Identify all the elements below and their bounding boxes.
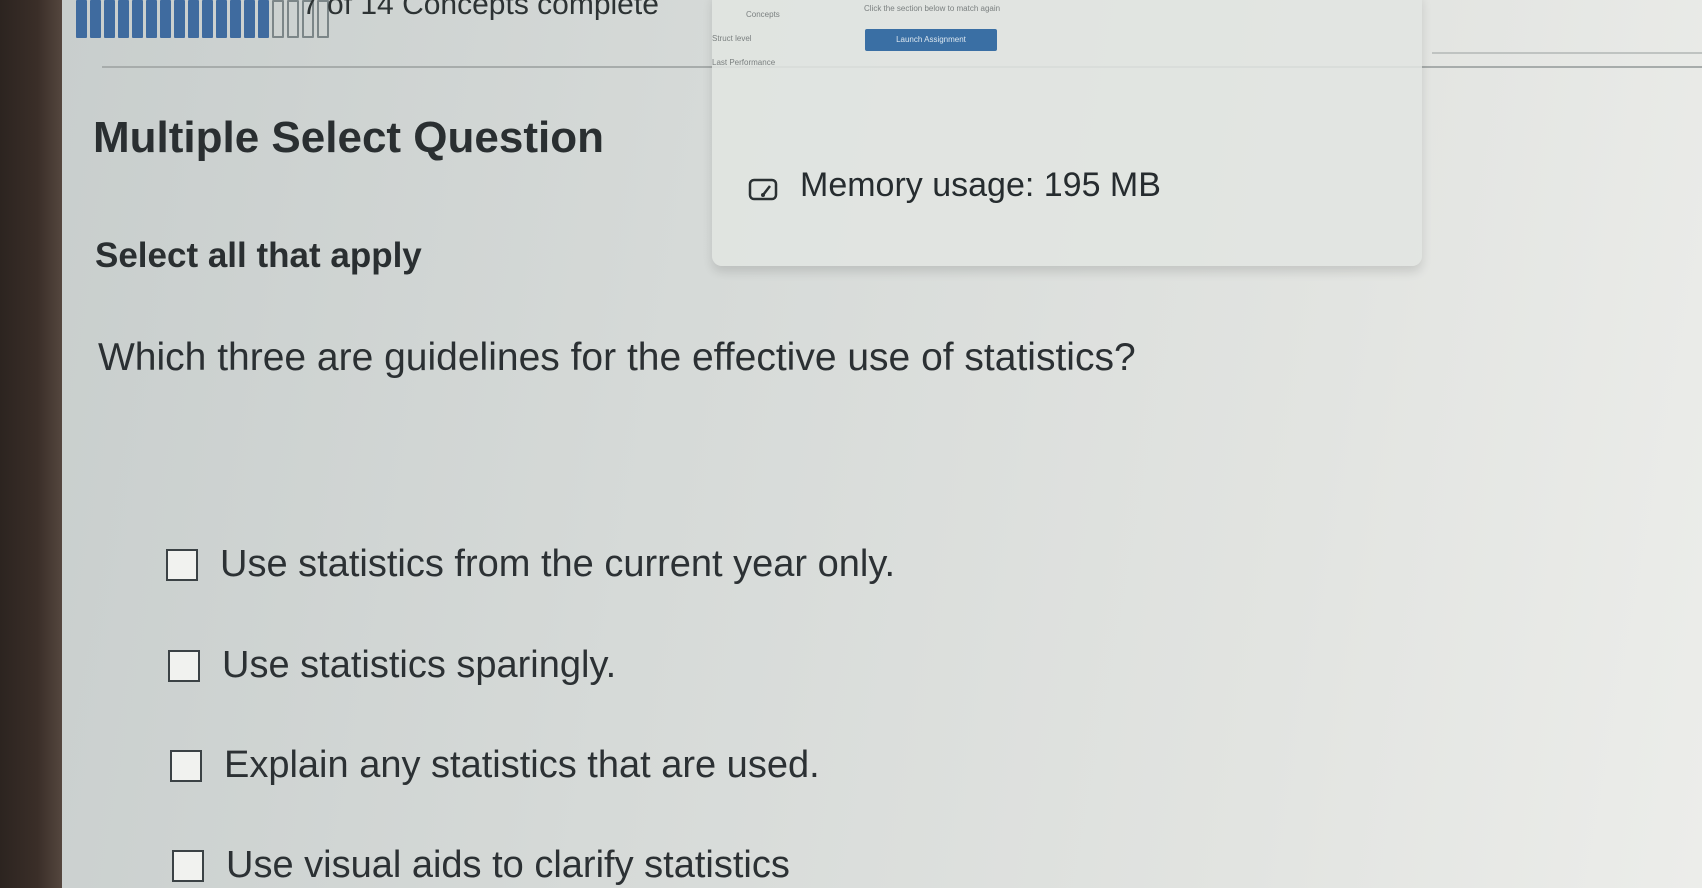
progress-text: 7 of 14 Concepts complete: [302, 0, 659, 21]
progress-segment: [188, 0, 199, 38]
gauge-icon: [748, 173, 780, 200]
answer-option-4[interactable]: Use visual aids to clarify statistics: [172, 844, 790, 887]
progress-segment-empty: [287, 0, 299, 38]
progress-segment: [244, 0, 255, 38]
answer-option-3[interactable]: Explain any statistics that are used.: [170, 744, 820, 787]
progress-segment: [146, 0, 157, 38]
answer-option-label: Use visual aids to clarify statistics: [226, 844, 790, 886]
progress-segment: [76, 0, 87, 38]
launch-assignment-button[interactable]: Launch Assignment: [865, 29, 997, 51]
memory-usage-row: Memory usage: 195 MB: [748, 166, 1161, 205]
progress-segment: [174, 0, 185, 38]
divider: [1432, 52, 1702, 54]
question-instruction: Select all that apply: [95, 236, 422, 275]
memory-usage-text: Memory usage: 195 MB: [800, 166, 1161, 204]
progress-segment: [202, 0, 213, 38]
progress-segment: [258, 0, 269, 38]
checkbox[interactable]: [172, 849, 204, 882]
monitor-bezel: [0, 0, 62, 888]
screen: 7 of 14 Concepts complete Concepts Click…: [0, 0, 1702, 888]
progress-segment: [104, 0, 115, 38]
progress-segment: [90, 0, 101, 38]
progress-segment: [160, 0, 171, 38]
answer-option-label: Explain any statistics that are used.: [224, 744, 820, 786]
progress-segment-empty: [272, 0, 284, 38]
panel-tiny-text: Last Performance: [712, 58, 776, 67]
panel-tiny-text: Concepts: [746, 10, 780, 19]
question-prompt: Which three are guidelines for the effec…: [98, 336, 1136, 379]
question-type-heading: Multiple Select Question: [93, 113, 604, 162]
answer-option-label: Use statistics from the current year onl…: [220, 543, 896, 585]
concept-progress-meter: [76, 0, 329, 40]
progress-segment: [216, 0, 227, 38]
checkbox[interactable]: [168, 649, 200, 682]
checkbox[interactable]: [166, 548, 198, 581]
checkbox[interactable]: [170, 749, 202, 782]
answer-option-label: Use statistics sparingly.: [222, 644, 617, 686]
memory-usage-panel: Concepts Click the section below to matc…: [712, 0, 1422, 266]
panel-tiny-text: Struct level: [712, 34, 752, 43]
progress-segment: [118, 0, 129, 38]
answer-option-2[interactable]: Use statistics sparingly.: [168, 644, 616, 687]
progress-segment: [230, 0, 241, 38]
answer-option-1[interactable]: Use statistics from the current year onl…: [166, 543, 895, 586]
panel-tiny-text: Click the section below to match again: [864, 4, 1001, 13]
progress-segment: [132, 0, 143, 38]
